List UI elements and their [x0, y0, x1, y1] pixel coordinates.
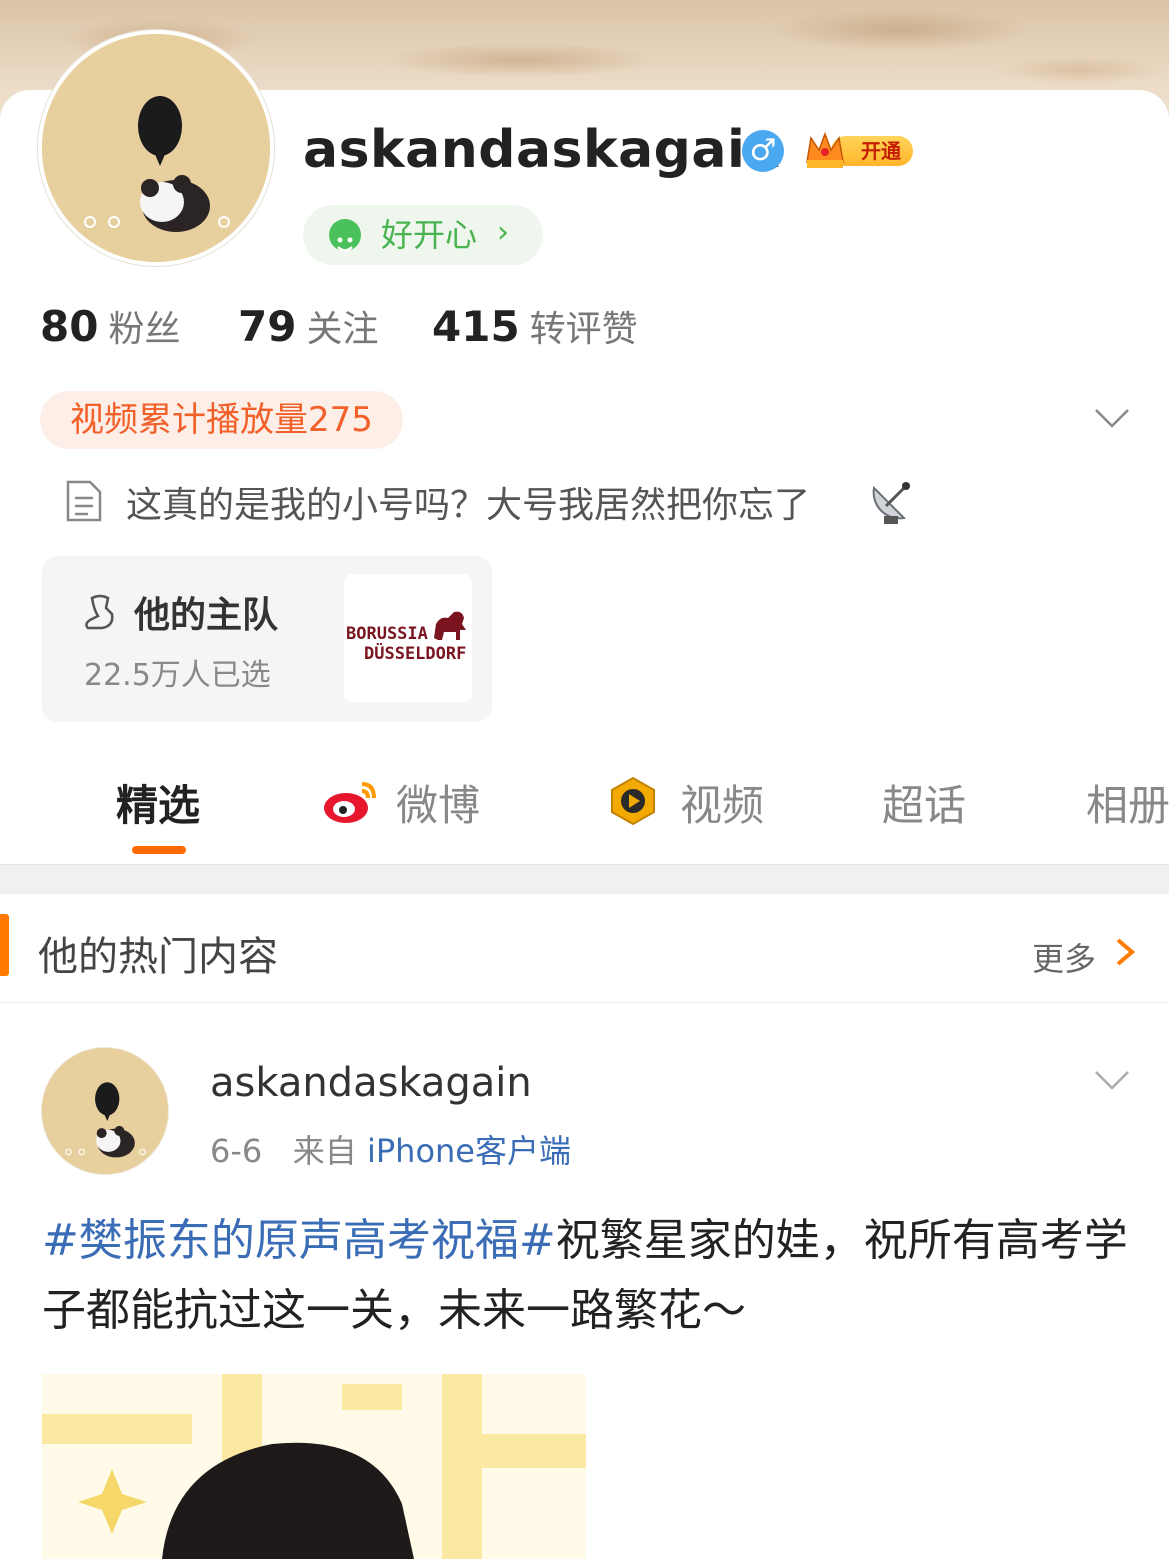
tab-featured[interactable]: 精选	[116, 772, 200, 833]
following-count: 79	[238, 302, 297, 351]
profile-avatar[interactable]	[38, 30, 274, 266]
following-label: 关注	[306, 309, 379, 350]
more-link[interactable]: 更多	[1032, 934, 1096, 980]
home-team-card[interactable]: 他的主队 22.5万人已选 BORUSSIA DÜSSELDORF	[42, 556, 492, 722]
chevron-right-icon[interactable]	[1112, 934, 1138, 970]
document-icon	[66, 480, 102, 522]
club-logo: BORUSSIA DÜSSELDORF	[344, 574, 472, 702]
hot-content-header: 他的热门内容 更多	[0, 894, 1169, 1003]
tab-super-topic[interactable]: 超话	[882, 772, 966, 833]
vip-open-badge[interactable]: 开通	[803, 128, 913, 172]
tab-video[interactable]: 视频	[680, 772, 764, 833]
illustration-image	[42, 1374, 586, 1559]
video-plays-badge[interactable]: 视频累计播放量275	[40, 391, 403, 449]
chevron-down-icon[interactable]	[1090, 396, 1134, 440]
video-play-icon	[611, 776, 655, 826]
mood-status-button[interactable]: 好开心 ›	[303, 205, 543, 265]
home-team-count: 22.5万人已选	[84, 658, 271, 693]
followers-count: 80	[40, 302, 99, 351]
stat-following[interactable]: 79 关注	[238, 300, 378, 352]
club-logo-line2: DÜSSELDORF	[364, 644, 467, 664]
hot-content-title: 他的热门内容	[38, 934, 278, 980]
smile-icon	[329, 219, 361, 252]
interactions-count: 415	[432, 302, 520, 351]
profile-bio: 这真的是我的小号吗？大号我居然把你忘了	[126, 485, 811, 526]
post-author-avatar[interactable]	[42, 1048, 168, 1174]
post-topic-link[interactable]: #樊振东的原声高考祝福#	[42, 1215, 556, 1266]
chevron-right-icon: ›	[497, 215, 509, 250]
post-meta: 6-6 来自 iPhone客户端	[210, 1126, 571, 1172]
stat-interactions[interactable]: 415 转评赞	[432, 300, 638, 352]
section-accent-bar	[0, 914, 9, 976]
mood-label: 好开心	[381, 216, 478, 254]
tab-album[interactable]: 相册	[1086, 772, 1169, 833]
male-icon: ♂	[742, 130, 784, 172]
profile-tabs: 精选 微博 视频 超话 相册	[0, 760, 1169, 864]
active-tab-indicator	[132, 846, 186, 854]
section-divider	[0, 864, 1169, 895]
home-team-title: 他的主队	[134, 595, 279, 636]
weibo-icon	[324, 782, 376, 823]
post-from-label: 来自	[292, 1132, 357, 1170]
crown-icon	[806, 131, 844, 168]
club-logo-line1: BORUSSIA	[346, 624, 428, 644]
panda-avatar-image	[42, 34, 270, 262]
post-author-name[interactable]: askandaskagain	[210, 1060, 532, 1106]
tab-weibo[interactable]: 微博	[396, 772, 480, 833]
interactions-label: 转评赞	[529, 309, 638, 350]
post-body: #樊振东的原声高考祝福#祝繁星家的娃，祝所有高考学子都能抗过这一关，未来一路繁花…	[42, 1206, 1132, 1346]
profile-username: askandaskagain	[303, 120, 783, 180]
post-image[interactable]	[42, 1374, 586, 1559]
panda-avatar-image	[42, 1048, 168, 1174]
stat-followers[interactable]: 80 粉丝	[40, 300, 180, 352]
chevron-down-icon[interactable]	[1090, 1058, 1134, 1102]
followers-label: 粉丝	[108, 309, 181, 350]
lion-icon	[434, 611, 466, 640]
satellite-dish-icon	[872, 482, 910, 524]
post-date: 6-6	[210, 1132, 263, 1170]
team-jersey-icon	[85, 594, 114, 630]
post-source[interactable]: iPhone客户端	[367, 1132, 571, 1170]
